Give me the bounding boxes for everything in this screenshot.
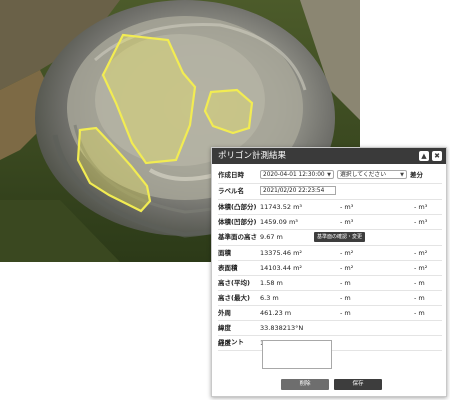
chevron-down-icon: ▼ xyxy=(400,172,404,178)
surface-diff: - m² xyxy=(414,264,428,272)
row-surface: 表面積 14103.44 m² - m² - m² xyxy=(218,261,442,276)
height-avg-label: 高さ(平均) xyxy=(218,279,250,287)
vol-convex-value: 11743.52 m³ xyxy=(260,203,303,211)
surface-compare: - m² xyxy=(340,264,354,272)
row-created: 作成日時 2020-04-01 12:30:00 ▼ 選択してください ▼ 差分 xyxy=(218,168,442,184)
row-perimeter: 外周 461.23 m - m - m xyxy=(218,306,442,321)
polygon-measurement-panel: ポリゴン計測結果 ▲ ✖ 作成日時 2020-04-01 12:30:00 ▼ … xyxy=(211,147,447,397)
height-max-diff: - m xyxy=(414,294,425,302)
vol-convex-label: 体積(凸部分) xyxy=(218,203,257,211)
delete-button[interactable]: 削除 xyxy=(281,379,329,390)
confirm-base-button[interactable]: 基準面の確認・変更 xyxy=(314,232,366,242)
base-height-value: 9.67 m xyxy=(260,233,283,241)
base-height-label: 基準面の高さ xyxy=(218,233,257,241)
diff-label: 差分 xyxy=(410,171,423,179)
perimeter-value: 461.23 m xyxy=(260,309,292,317)
area-compare: - m² xyxy=(340,249,354,257)
label-name-input[interactable]: 2021/02/20 22:23:54 xyxy=(260,186,336,195)
created-date-select-value: 2020-04-01 12:30:00 xyxy=(263,172,325,178)
comment-textarea[interactable] xyxy=(262,340,332,369)
height-avg-diff: - m xyxy=(414,279,425,287)
surface-value: 14103.44 m² xyxy=(260,264,303,272)
perimeter-diff: - m xyxy=(414,309,425,317)
perimeter-compare: - m xyxy=(340,309,351,317)
row-vol-convex: 体積(凸部分) 11743.52 m³ - m³ - m³ xyxy=(218,200,442,215)
compare-date-select-value: 選択してください xyxy=(340,172,387,178)
label-name-label: ラベル名 xyxy=(218,187,244,195)
row-area: 面積 13375.46 m² - m² - m² xyxy=(218,246,442,261)
polygon-small xyxy=(203,88,254,135)
comment-label: コメント xyxy=(218,338,244,346)
height-max-value: 6.3 m xyxy=(260,294,279,302)
collapse-icon[interactable]: ▲ xyxy=(419,151,429,161)
vol-convex-compare: - m³ xyxy=(340,203,354,211)
row-height-avg: 高さ(平均) 1.58 m - m - m xyxy=(218,276,442,291)
height-avg-value: 1.58 m xyxy=(260,279,283,287)
height-max-label: 高さ(最大) xyxy=(218,294,250,302)
compare-date-select[interactable]: 選択してください ▼ xyxy=(337,170,407,179)
row-label-name: ラベル名 2021/02/20 22:23:54 xyxy=(218,184,442,200)
panel-titlebar[interactable]: ポリゴン計測結果 ▲ ✖ xyxy=(212,148,446,164)
height-avg-compare: - m xyxy=(340,279,351,287)
vol-concave-compare: - m³ xyxy=(340,218,354,226)
vol-concave-label: 体積(凹部分) xyxy=(218,218,257,226)
surface-label: 表面積 xyxy=(218,264,238,272)
vol-convex-diff: - m³ xyxy=(414,203,428,211)
perimeter-label: 外周 xyxy=(218,309,231,317)
latitude-value: 33.838213°N xyxy=(260,324,304,332)
save-button[interactable]: 保存 xyxy=(334,379,382,390)
area-diff: - m² xyxy=(414,249,428,257)
row-vol-concave: 体積(凹部分) 1459.09 m³ - m³ - m³ xyxy=(218,215,442,230)
height-max-compare: - m xyxy=(340,294,351,302)
close-icon[interactable]: ✖ xyxy=(432,151,442,161)
created-date-select[interactable]: 2020-04-01 12:30:00 ▼ xyxy=(260,170,334,179)
created-label: 作成日時 xyxy=(218,171,244,179)
area-value: 13375.46 m² xyxy=(260,249,303,257)
panel-title: ポリゴン計測結果 xyxy=(218,151,287,161)
vol-concave-diff: - m³ xyxy=(414,218,428,226)
area-label: 面積 xyxy=(218,249,231,257)
latitude-label: 緯度 xyxy=(218,324,231,332)
measurement-table: 作成日時 2020-04-01 12:30:00 ▼ 選択してください ▼ 差分… xyxy=(218,168,442,351)
row-height-max: 高さ(最大) 6.3 m - m - m xyxy=(218,291,442,306)
row-base-height: 基準面の高さ 9.67 m 基準面の確認・変更 xyxy=(218,230,442,246)
vol-concave-value: 1459.09 m³ xyxy=(260,218,298,226)
row-latitude: 緯度 33.838213°N xyxy=(218,321,442,336)
chevron-down-icon: ▼ xyxy=(327,172,331,178)
